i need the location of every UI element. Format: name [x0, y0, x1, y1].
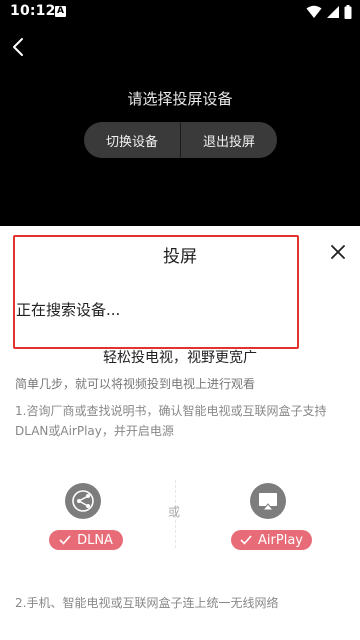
cast-button-group: 切换设备 退出投屏 [84, 122, 277, 158]
dlna-share-icon [72, 490, 94, 512]
exit-cast-button[interactable]: 退出投屏 [181, 122, 277, 158]
status-icons [306, 4, 352, 20]
status-time: 10:12 [10, 3, 56, 19]
airplay-badge: AirPlay [231, 530, 312, 550]
dlna-icon-circle [65, 483, 101, 519]
check-icon [240, 535, 252, 545]
signal-icon [327, 6, 339, 18]
battery-icon [344, 5, 352, 19]
airplay-icon [259, 493, 277, 511]
step-1-text: 1.咨询厂商或查找说明书，确认智能电视或互联网盒子支持DLAN或AirPlay，… [15, 404, 327, 438]
slogan: 轻松投电视，视野更宽广 [103, 350, 257, 366]
description: 简单几步，就可以将视频投到电视上进行观看 [15, 377, 256, 391]
select-device-prompt: 请选择投屏设备 [127, 90, 233, 108]
notification-a-icon: A [55, 6, 66, 17]
cast-player-area: 请选择投屏设备 切换设备 退出投屏 [0, 24, 360, 226]
switch-device-button[interactable]: 切换设备 [84, 122, 180, 158]
cast-bottom-sheet: 投屏 正在搜索设备... 轻松投电视，视野更宽广 简单几步，就可以将视频投到电视… [0, 226, 360, 640]
dlna-badge: DLNA [49, 530, 123, 550]
check-icon [59, 535, 71, 545]
highlight-box [13, 235, 299, 349]
airplay-label: AirPlay [258, 532, 303, 548]
wifi-icon [306, 5, 322, 18]
or-text: 或 [168, 505, 181, 519]
status-bar: 10:12 A [0, 0, 360, 24]
step-2-text: 2.手机、智能电视或互联网盒子连上统一无线网络 [15, 596, 279, 610]
dlna-label: DLNA [77, 532, 113, 548]
back-arrow-icon[interactable] [8, 36, 30, 58]
close-icon[interactable] [330, 244, 346, 260]
airplay-icon-circle [250, 483, 286, 519]
